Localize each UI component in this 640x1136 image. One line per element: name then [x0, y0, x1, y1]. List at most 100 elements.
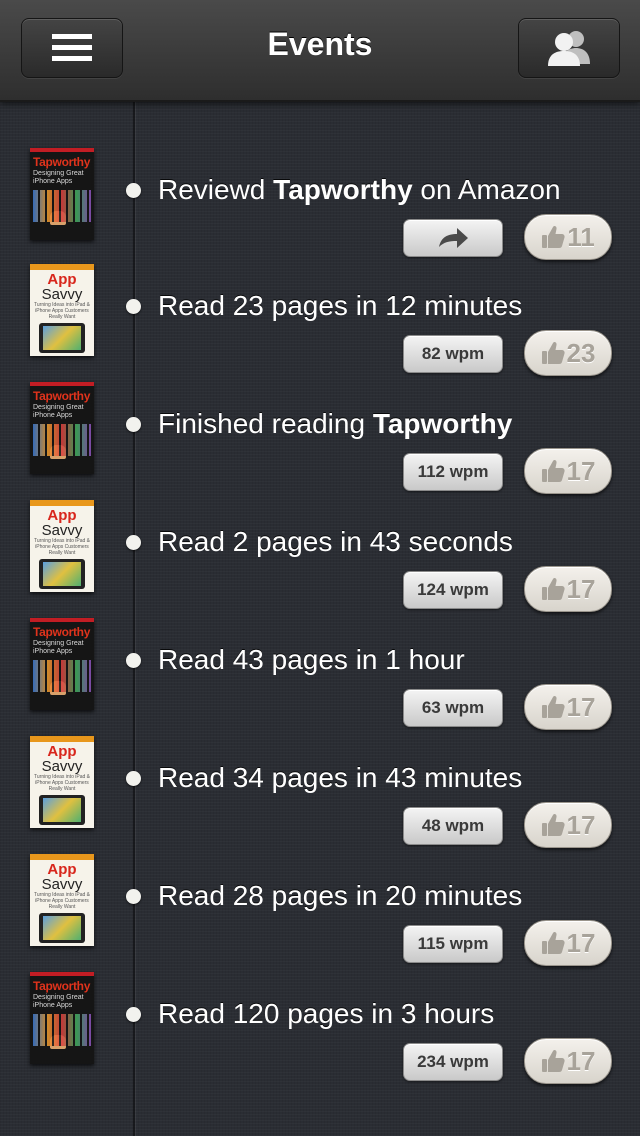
event-text: Read 34 pages in 43 minutes	[158, 762, 522, 794]
like-button[interactable]: 23	[524, 330, 612, 376]
timeline-dot	[126, 299, 141, 314]
like-count: 17	[566, 691, 596, 722]
reading-speed-badge[interactable]: 112 wpm	[403, 453, 503, 491]
event-row: Tapworthy Designing Great iPhone Apps Re…	[0, 618, 640, 736]
event-text-plain: Read 2 pages in 43 seconds	[158, 526, 513, 557]
like-button[interactable]: 17	[524, 1038, 612, 1084]
cover-subtitle: Turning Ideas into iPad & iPhone Apps Cu…	[34, 774, 90, 792]
event-text: Finished reading Tapworthy	[158, 408, 512, 440]
timeline-dot	[126, 653, 141, 668]
like-count: 17	[566, 573, 596, 604]
cover-title: Tapworthy	[33, 625, 91, 639]
menu-icon	[52, 34, 92, 61]
cover-subtitle: Designing Great iPhone Apps	[33, 994, 84, 1009]
cover-subtitle: Designing Great iPhone Apps	[33, 170, 84, 185]
share-button[interactable]	[403, 219, 503, 257]
like-count: 11	[567, 221, 595, 252]
thumbs-up-icon	[541, 1049, 565, 1072]
reading-speed-badge[interactable]: 63 wpm	[403, 689, 503, 727]
thumbs-up-icon	[541, 695, 565, 718]
book-cover-appsavvy[interactable]: App Savvy Turning Ideas into iPad & iPho…	[30, 500, 94, 592]
event-text-plain: Reviewd	[158, 174, 274, 205]
timeline-dot	[126, 417, 141, 432]
cover-title-line2: Savvy	[41, 758, 83, 775]
event-text-book: Tapworthy	[273, 174, 413, 205]
event-row: App Savvy Turning Ideas into iPad & iPho…	[0, 264, 640, 382]
cover-title-line2: Savvy	[41, 876, 83, 893]
like-button[interactable]: 17	[524, 920, 612, 966]
like-button[interactable]: 17	[524, 448, 612, 494]
timeline-dot	[126, 889, 141, 904]
event-text-book: Tapworthy	[372, 408, 513, 439]
cover-title-line1: App	[47, 861, 77, 878]
thumbs-up-icon	[541, 813, 565, 836]
cover-title-line1: App	[47, 271, 77, 288]
cover-subtitle: Turning Ideas into iPad & iPhone Apps Cu…	[34, 892, 90, 910]
menu-button[interactable]	[21, 18, 123, 78]
book-cover-appsavvy[interactable]: App Savvy Turning Ideas into iPad & iPho…	[30, 736, 94, 828]
thumbs-up-icon	[541, 931, 565, 954]
reading-speed-badge[interactable]: 124 wpm	[403, 571, 503, 609]
thumbs-up-icon	[541, 577, 565, 600]
timeline-dot	[126, 1007, 141, 1022]
event-text: Read 43 pages in 1 hour	[158, 644, 465, 676]
thumbs-up-icon	[541, 341, 565, 364]
event-row: Tapworthy Designing Great iPhone Apps Fi…	[0, 382, 640, 500]
book-cover-tapworthy[interactable]: Tapworthy Designing Great iPhone Apps	[30, 148, 94, 240]
friends-button[interactable]	[518, 18, 620, 78]
like-count: 17	[566, 1045, 596, 1076]
like-count: 17	[566, 927, 596, 958]
event-row: App Savvy Turning Ideas into iPad & iPho…	[0, 736, 640, 854]
reading-speed-badge[interactable]: 82 wpm	[403, 335, 503, 373]
event-text-plain: Read 120 pages in 3 hours	[158, 998, 495, 1029]
cover-title-line2: Savvy	[41, 522, 83, 539]
like-button[interactable]: 17	[524, 566, 612, 612]
people-icon	[548, 31, 590, 66]
cover-title-line2: Savvy	[41, 286, 83, 303]
book-cover-appsavvy[interactable]: App Savvy Turning Ideas into iPad & iPho…	[30, 854, 94, 946]
event-text: Read 120 pages in 3 hours	[158, 998, 494, 1030]
book-cover-tapworthy[interactable]: Tapworthy Designing Great iPhone Apps	[30, 618, 94, 710]
event-text-plain: Read 34 pages in 43 minutes	[158, 762, 523, 793]
cover-title-line1: App	[47, 743, 77, 760]
timeline-dot	[126, 535, 141, 550]
book-cover-tapworthy[interactable]: Tapworthy Designing Great iPhone Apps	[30, 382, 94, 474]
event-text-plain: Read 28 pages in 20 minutes	[158, 880, 523, 911]
like-button[interactable]: 17	[524, 684, 612, 730]
event-row: Tapworthy Designing Great iPhone Apps Re…	[0, 972, 640, 1090]
like-button[interactable]: 11	[524, 214, 612, 260]
reading-speed-badge[interactable]: 48 wpm	[403, 807, 503, 845]
cover-subtitle: Turning Ideas into iPad & iPhone Apps Cu…	[34, 302, 90, 320]
cover-title: Tapworthy	[33, 979, 91, 993]
event-text: Read 28 pages in 20 minutes	[158, 880, 522, 912]
page-title: Events	[267, 26, 373, 62]
event-row: App Savvy Turning Ideas into iPad & iPho…	[0, 500, 640, 618]
thumbs-up-icon	[542, 225, 565, 248]
event-row: Tapworthy Designing Great iPhone Apps Re…	[0, 148, 640, 266]
reading-speed-badge[interactable]: 234 wpm	[403, 1043, 503, 1081]
event-text-plain: Read 23 pages in 12 minutes	[158, 290, 523, 321]
like-count: 17	[566, 809, 596, 840]
book-cover-tapworthy[interactable]: Tapworthy Designing Great iPhone Apps	[30, 972, 94, 1064]
book-cover-appsavvy[interactable]: App Savvy Turning Ideas into iPad & iPho…	[30, 264, 94, 356]
event-text-suffix: on Amazon	[412, 174, 561, 205]
event-text: Reviewd Tapworthy on Amazon	[158, 174, 561, 206]
like-count: 23	[566, 337, 596, 368]
cover-subtitle: Turning Ideas into iPad & iPhone Apps Cu…	[34, 538, 90, 556]
like-count: 17	[566, 455, 596, 486]
event-row: App Savvy Turning Ideas into iPad & iPho…	[0, 854, 640, 972]
share-icon	[439, 228, 468, 248]
event-text-plain: Read 43 pages in 1 hour	[158, 644, 465, 675]
event-text: Read 23 pages in 12 minutes	[158, 290, 522, 322]
navigation-bar: Events	[0, 0, 640, 102]
cover-subtitle: Designing Great iPhone Apps	[33, 640, 84, 655]
event-text-plain: Finished reading	[158, 408, 373, 439]
cover-title: Tapworthy	[33, 155, 91, 169]
cover-title-line1: App	[47, 507, 77, 524]
like-button[interactable]: 17	[524, 802, 612, 848]
cover-subtitle: Designing Great iPhone Apps	[33, 404, 84, 419]
timeline-dot	[126, 183, 141, 198]
cover-title: Tapworthy	[33, 389, 91, 403]
thumbs-up-icon	[541, 459, 565, 482]
reading-speed-badge[interactable]: 115 wpm	[403, 925, 503, 963]
